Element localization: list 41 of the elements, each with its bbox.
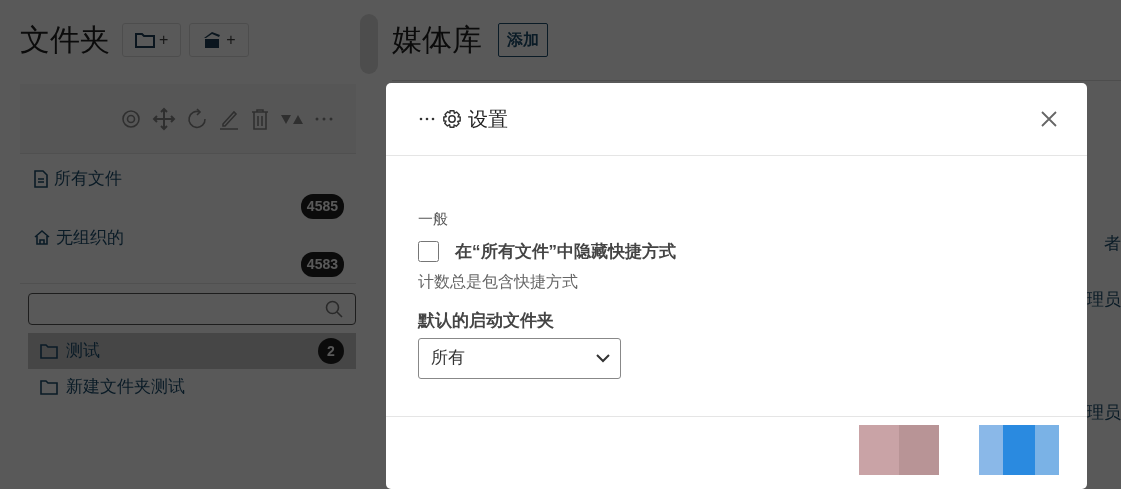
page-title: 媒体库	[392, 22, 482, 58]
count-badge: 2	[318, 338, 344, 364]
add-collection-button[interactable]: +	[189, 23, 249, 57]
search-field[interactable]	[28, 293, 356, 325]
move-icon[interactable]	[152, 106, 176, 131]
folder-icon	[40, 379, 58, 395]
add-folder-button[interactable]: +	[122, 23, 182, 57]
settings-icon	[442, 109, 462, 129]
home-icon	[34, 229, 50, 246]
tree-item[interactable]: 所有文件	[34, 166, 344, 192]
folder-item[interactable]: 测试 2	[28, 333, 356, 369]
help-text: 计数总是包含快捷方式	[418, 272, 579, 292]
folder-select[interactable]: 所有	[418, 337, 621, 379]
count-badge: 4583	[300, 252, 344, 277]
search-icon[interactable]	[325, 300, 343, 318]
sidebar-title: 文件夹	[20, 22, 110, 58]
trash-icon[interactable]	[250, 107, 270, 130]
tree-item[interactable]: 无组织的	[34, 224, 344, 250]
column-header: 者	[1104, 233, 1121, 255]
field-label: 默认的启动文件夹	[418, 310, 555, 332]
count-badge: 4585	[300, 193, 344, 219]
table-cell-text: 理员	[1087, 288, 1121, 311]
settings-icon[interactable]	[120, 107, 142, 130]
table-cell-text: 理员	[1087, 402, 1121, 424]
more-icon	[418, 116, 436, 122]
blurred-button[interactable]	[859, 425, 939, 475]
blurred-button[interactable]	[979, 425, 1059, 475]
add-button[interactable]: 添加	[498, 23, 548, 57]
more-icon[interactable]	[314, 115, 334, 122]
section-heading: 一般	[418, 209, 449, 229]
chevron-icon	[596, 353, 610, 363]
file-icon	[34, 169, 48, 188]
refresh-icon[interactable]	[186, 106, 208, 131]
dialog-title: 设置	[468, 107, 508, 132]
checkbox[interactable]	[418, 240, 439, 262]
folder-item[interactable]: 新建文件夹测试	[28, 369, 356, 405]
checkbox-label[interactable]: 在“所有文件”中隐藏快捷方式	[455, 238, 676, 264]
close-icon[interactable]	[1041, 111, 1057, 127]
box-icon	[202, 31, 223, 49]
folder-icon	[40, 343, 58, 359]
folder-icon	[135, 32, 155, 48]
